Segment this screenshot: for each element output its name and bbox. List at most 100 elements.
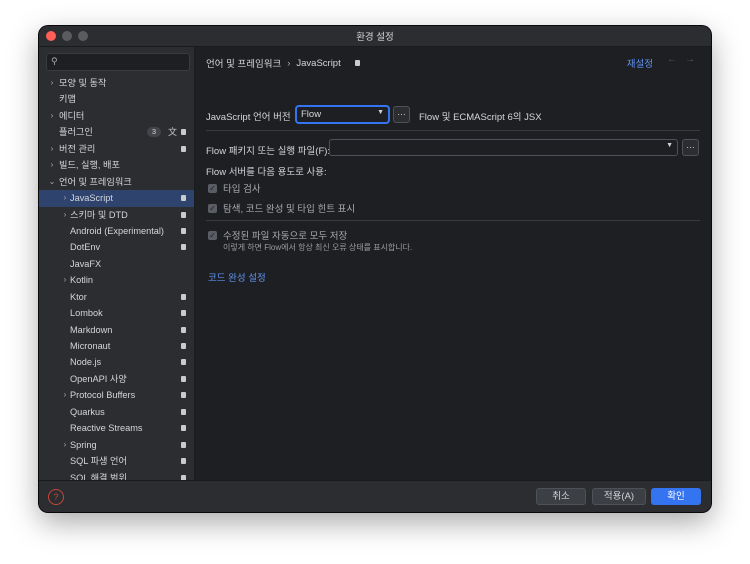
lock-icon <box>181 310 186 317</box>
sidebar-item[interactable]: › 에디터 <box>39 108 194 124</box>
sidebar-item[interactable]: › Kotlin <box>39 272 194 288</box>
sidebar-item[interactable]: Lombok <box>39 305 194 321</box>
sidebar-item[interactable]: ⌄ 언어 및 프레임워크 <box>39 174 194 190</box>
breadcrumb-current: JavaScript <box>296 57 341 69</box>
lock-icon <box>354 60 360 66</box>
sidebar-item[interactable]: Node.js <box>39 354 194 370</box>
sidebar-item[interactable]: Quarkus <box>39 404 194 420</box>
chevron-right-icon[interactable]: › <box>61 190 69 206</box>
sidebar-item[interactable]: › 버전 관리 <box>39 141 194 157</box>
js-version-label: JavaScript 언어 버전 <box>206 112 291 123</box>
checkmark-icon: ✓ <box>208 183 217 193</box>
chevron-right-icon[interactable]: › <box>48 157 56 173</box>
lock-icon <box>181 326 186 333</box>
chevron-right-icon[interactable]: › <box>61 207 69 223</box>
lock-icon <box>181 392 186 399</box>
sidebar-item[interactable]: 플러그인 3 文 <box>39 124 194 140</box>
zoom-window-button[interactable] <box>78 31 88 41</box>
lock-icon <box>181 375 186 382</box>
flow-package-label: Flow 패키지 또는 실행 파일(F): <box>206 146 331 157</box>
chevron-right-icon[interactable]: › <box>48 108 56 124</box>
translate-icon: 文 <box>167 127 177 138</box>
code-completion-settings-link[interactable]: 코드 완성 설정 <box>208 270 266 284</box>
sidebar-item[interactable]: › 모양 및 동작 <box>39 75 194 91</box>
navigation-checkbox[interactable]: ✓ 탐색, 코드 완성 및 타입 힌트 표시 <box>208 201 355 215</box>
sidebar-item[interactable]: › Spring <box>39 437 194 453</box>
arrow-left-icon[interactable]: ← <box>667 54 677 65</box>
sidebar-item-label: 플러그인 <box>59 127 93 138</box>
ok-button[interactable]: 확인 <box>651 488 701 505</box>
sidebar-item-label: Micronaut <box>70 341 111 351</box>
arrow-right-icon[interactable]: → <box>685 54 695 65</box>
reset-link[interactable]: 재설정 <box>627 56 653 70</box>
lock-icon <box>181 458 186 465</box>
lock-icon <box>181 425 186 432</box>
lock-icon <box>181 244 186 251</box>
lock-icon <box>181 441 186 448</box>
sidebar-item[interactable]: DotEnv <box>39 239 194 255</box>
autosave-hint: 이렇게 하면 Flow에서 항상 최신 오류 상태를 표시합니다. <box>223 243 413 252</box>
sidebar-item[interactable]: Markdown <box>39 322 194 338</box>
settings-tree: › 모양 및 동작 키맵 › 에디터 플러그인 3 文 › 버전 관리 › 빌드, 실행, 배포 ⌄ 언어… <box>39 75 194 481</box>
sidebar-item-label: 버전 관리 <box>59 143 96 154</box>
autosave-checkbox[interactable]: ✓ 수정된 파일 자동으로 모두 저장 <box>208 228 347 242</box>
breadcrumb: 언어 및 프레임워크 › JavaScript <box>206 56 360 70</box>
close-window-button[interactable] <box>46 31 56 41</box>
checkmark-icon: ✓ <box>208 230 217 240</box>
chevron-right-icon[interactable]: › <box>61 437 69 453</box>
chevron-right-icon[interactable]: › <box>61 387 69 403</box>
sidebar-item-label: 언어 및 프레임워크 <box>59 176 132 187</box>
sidebar-item-label: OpenAPI 사양 <box>70 373 127 384</box>
sidebar-item-label: Node.js <box>70 357 102 368</box>
js-version-value: Flow <box>301 109 322 120</box>
lock-icon <box>181 211 186 218</box>
sidebar-item-label: Reactive Streams <box>70 423 143 434</box>
chevron-right-icon[interactable]: › <box>61 272 69 288</box>
type-check-checkbox[interactable]: ✓ 타입 검사 <box>208 181 261 195</box>
lock-icon <box>181 227 186 234</box>
lock-icon <box>181 129 186 136</box>
minimize-window-button[interactable] <box>62 31 72 41</box>
sidebar-item[interactable]: Reactive Streams <box>39 420 194 436</box>
sidebar-item[interactable]: › JavaScript <box>39 190 194 207</box>
sidebar-item-label: SQL 파생 언어 <box>70 456 127 467</box>
flow-package-select[interactable]: ▼ <box>329 139 678 156</box>
sidebar-item-label: Lombok <box>70 308 103 319</box>
breadcrumb-parent[interactable]: 언어 및 프레임워크 <box>206 56 281 70</box>
breadcrumb-separator: › <box>287 57 291 69</box>
sidebar-item[interactable]: › Protocol Buffers <box>39 387 194 403</box>
window-title: 환경 설정 <box>356 32 394 43</box>
sidebar-item[interactable]: OpenAPI 사양 <box>39 371 194 387</box>
js-version-select[interactable]: Flow ▼ <box>296 106 389 123</box>
js-version-more-button[interactable]: … <box>393 106 410 123</box>
sidebar-item[interactable]: Micronaut <box>39 338 194 354</box>
sidebar-item-label: DotEnv <box>70 242 101 253</box>
search-icon: ⚲ <box>51 56 58 66</box>
window-controls <box>46 31 88 41</box>
sidebar-item[interactable]: 키맵 <box>39 91 194 107</box>
plugin-update-count-badge: 3 <box>147 127 161 138</box>
type-check-label: 타입 검사 <box>223 184 261 195</box>
sidebar-item[interactable]: › 빌드, 실행, 배포 <box>39 157 194 173</box>
chevron-right-icon[interactable]: › <box>48 75 56 91</box>
autosave-label: 수정된 파일 자동으로 모두 저장 <box>223 231 348 242</box>
settings-search-input[interactable]: ⚲ <box>46 53 190 71</box>
divider <box>206 130 700 131</box>
lock-icon <box>181 343 186 349</box>
chevron-right-icon[interactable]: › <box>48 141 56 157</box>
apply-button[interactable]: 적용(A) <box>592 488 646 505</box>
sidebar-item[interactable]: › 스키마 및 DTD <box>39 207 194 223</box>
help-icon[interactable]: ? <box>48 489 64 505</box>
navigation-label: 탐색, 코드 완성 및 타입 힌트 표시 <box>223 204 356 215</box>
sidebar-item-label: JavaScript <box>70 193 113 204</box>
sidebar-item[interactable]: Android (Experimental) <box>39 223 194 239</box>
flow-package-browse-button[interactable]: … <box>682 139 699 156</box>
sidebar-item-label: 모양 및 동작 <box>59 78 107 88</box>
lock-icon <box>181 293 186 300</box>
chevron-down-icon[interactable]: ⌄ <box>48 174 56 190</box>
cancel-button[interactable]: 취소 <box>536 488 586 505</box>
sidebar-item[interactable]: SQL 파생 언어 <box>39 453 194 469</box>
sidebar-item[interactable]: Ktor <box>39 289 194 305</box>
sidebar-item[interactable]: JavaFX <box>39 256 194 272</box>
lock-icon <box>181 145 186 152</box>
